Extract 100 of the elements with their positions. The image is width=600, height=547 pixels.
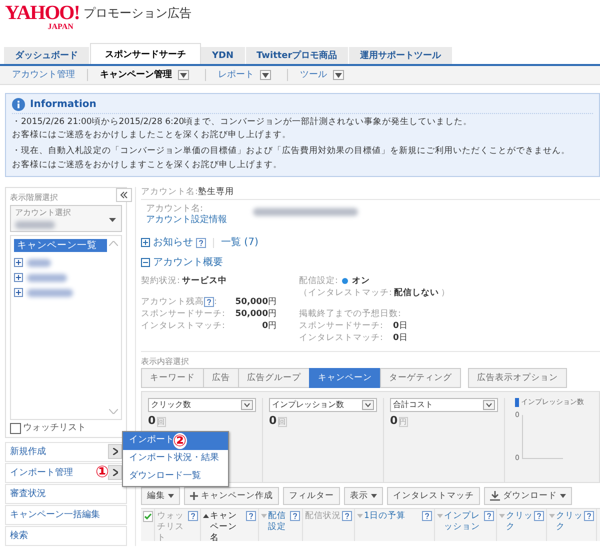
column-header[interactable]: キャンペーン名 [210,511,245,544]
caret-icon [560,494,566,498]
contract-status: サービス中 [182,276,227,286]
days-label: 掲載終了までの予想日数: [299,308,401,320]
column-header[interactable]: インプレッション [444,511,483,533]
dropdown-icon[interactable] [178,70,189,80]
main-tab[interactable]: YDN [201,47,246,64]
metric-select[interactable]: クリック数 [148,398,256,412]
toolbar-button[interactable]: 編集 [141,487,180,506]
toolbar-button[interactable]: インタレストマッチ [387,487,480,506]
balance-label: スポンサードサーチ: [141,308,223,320]
expand-icon[interactable] [14,273,23,282]
days-row-label: スポンサードサーチ: [299,321,384,332]
download-icon [490,491,500,502]
column-header[interactable]: 1日の予算 [364,511,421,522]
account-name-label: アカウント名: [146,204,204,214]
dropdown-icon[interactable] [109,218,116,222]
account-name: 塾生専用 [198,186,234,197]
expand-icon[interactable] [141,238,150,248]
information-title: Information [30,98,96,110]
sort-ascending-icon[interactable] [203,514,209,518]
caret-icon [371,494,377,498]
main-tab[interactable]: Twitterプロモ商品 [246,47,350,64]
brand-logo[interactable]: YAHOO! [5,3,80,23]
interest-match-label: （インタレストマッチ: [299,288,392,298]
help-icon[interactable] [422,511,432,522]
account-select-label: アカウント選択 [15,208,72,218]
help-icon[interactable] [204,296,214,307]
help-icon[interactable] [290,511,300,522]
balance-amount: 0円 [261,321,277,332]
expand-icon[interactable] [14,258,23,268]
watchlist-checkbox[interactable] [10,422,21,434]
help-icon[interactable] [196,238,206,248]
main-tab[interactable]: ダッシュボード [4,47,90,64]
select-all-checkbox[interactable] [143,511,153,522]
menu-item[interactable]: 審査状況 [5,484,127,504]
closing-paren: ） [440,288,450,298]
redacted-text [15,220,55,229]
help-icon[interactable] [534,511,544,522]
column-header[interactable]: クリック [506,511,533,533]
chart-axes [522,414,564,459]
redacted-text [27,288,73,297]
view-tab[interactable]: 広告グループ [238,368,310,388]
main-tab[interactable]: 運用サポートツール [349,47,454,64]
dropdown-icon[interactable] [362,400,374,410]
balance-amount: 50,000円 [234,296,277,307]
subnav-link[interactable]: アカウント管理 [10,70,77,80]
view-tab[interactable]: キーワード [141,368,204,388]
help-icon[interactable] [246,511,256,522]
expand-icon[interactable] [14,288,23,298]
watchlist-label: ウォッチリスト [23,423,86,434]
toolbar-button[interactable]: 表示 [344,487,383,506]
view-select-label: 表示内容選択 [141,357,190,368]
balance-label: インタレストマッチ: [141,321,223,332]
view-tab[interactable]: 広告 [203,368,239,388]
dropdown-icon[interactable] [241,400,253,410]
subnav-link[interactable]: キャンペーン管理 [98,70,174,80]
collapse-icon[interactable] [141,258,150,268]
information-text: お客様にはご迷惑をおかけしますことを深くお詫び申し上げます。 [12,160,283,170]
view-tab[interactable]: キャンペーン [309,368,381,388]
dropdown-icon[interactable] [260,70,271,80]
menu-item[interactable]: 検索 [5,526,127,546]
help-icon[interactable] [584,511,594,522]
collapse-button[interactable] [116,188,132,202]
account-select[interactable]: アカウント選択 [10,205,122,232]
dropdown-icon[interactable] [333,70,344,80]
main-tab[interactable]: スポンサードサーチ [90,43,201,64]
level-label: 表示階層選択 [10,192,59,202]
dropdown-icon[interactable] [483,400,495,410]
caret-icon [168,494,174,498]
menu-item[interactable]: キャンペーン一括編集 [5,504,127,525]
contract-label: 契約状況: [141,276,180,286]
metric-select[interactable]: 合計コスト [390,398,498,412]
balance-label: アカウント残高 [141,296,204,307]
account-name-label: アカウント名: [141,186,198,197]
metric-select[interactable]: インプレッション数 [269,398,377,412]
product-title: プロモーション広告 [83,6,192,20]
overview-toggle[interactable]: アカウント概要 [153,256,223,269]
help-icon[interactable] [342,511,352,522]
view-tab[interactable]: 広告表示オプション [468,368,567,388]
help-icon[interactable] [188,511,198,522]
account-settings-link[interactable]: アカウント設定情報 [146,214,227,226]
redacted-text [27,258,51,267]
toolbar-button[interactable]: フィルター [283,487,340,506]
information-text: お客様にはご迷惑をおかけしましたことを深くお詫び申し上げます。 [12,130,292,140]
subnav-link[interactable]: ツール [298,70,329,80]
subnav-link[interactable]: レポート [216,70,256,80]
column-header[interactable]: クリック [556,511,583,533]
info-icon [12,98,25,111]
notice-toggle[interactable]: お知らせ [153,236,193,249]
help-icon[interactable] [484,511,494,522]
notice-list-link[interactable]: 一覧 (7) [221,236,258,249]
plus-icon [190,492,198,500]
view-tab[interactable]: ターゲティング [380,368,461,388]
toolbar-button[interactable]: ダウンロード [484,487,572,506]
days-value: 0日 [393,333,408,344]
campaign-list-item[interactable]: キャンペーン一覧 [14,238,107,252]
column-header[interactable]: 配信設定 [268,511,289,533]
days-value: 0日 [393,321,408,332]
toolbar-button[interactable]: キャンペーン作成 [184,487,279,506]
